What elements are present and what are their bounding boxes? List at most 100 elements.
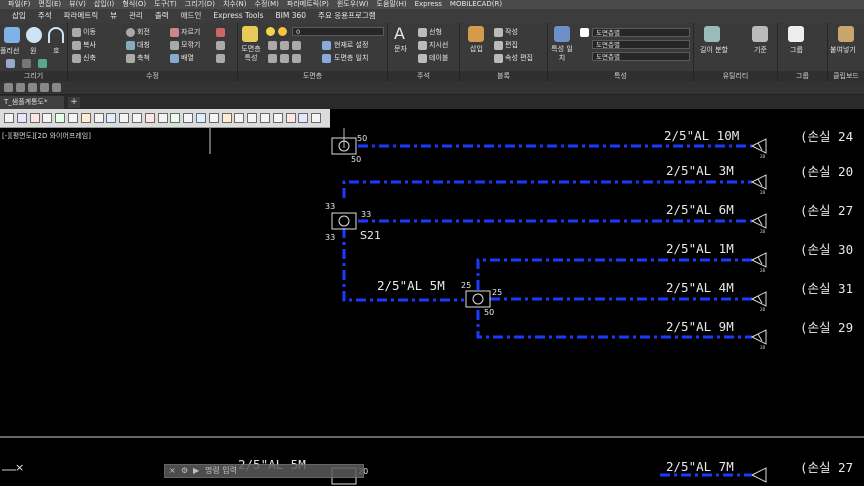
base-point-icon[interactable] — [752, 26, 768, 42]
measure-icon[interactable] — [704, 26, 720, 42]
linear-dimension-icon[interactable] — [418, 28, 427, 37]
toolbar-tool-icon[interactable] — [247, 113, 258, 123]
move-icon[interactable] — [72, 28, 81, 37]
qat-tool-4-icon[interactable] — [40, 83, 49, 92]
scale-button[interactable]: 축척 — [137, 54, 150, 63]
menu-item[interactable]: 도움말(H) — [377, 0, 407, 9]
toolbar-tool-icon[interactable] — [16, 113, 27, 123]
match-layer-button[interactable]: 도면층 일치 — [334, 54, 368, 63]
toolbar-tool-icon[interactable] — [157, 113, 168, 123]
create-block-button[interactable]: 작성 — [505, 28, 518, 37]
measure-button[interactable]: 길이 분할 — [700, 46, 728, 55]
mirror-icon[interactable] — [126, 41, 135, 50]
copy-icon[interactable] — [72, 41, 81, 50]
rotate-icon[interactable] — [126, 28, 135, 37]
qat-tool-5-icon[interactable] — [52, 83, 61, 92]
base-point-button[interactable]: 기준 — [754, 46, 767, 55]
explode-icon[interactable] — [216, 41, 225, 50]
polyline-icon[interactable] — [4, 27, 20, 43]
toolbar-tool-icon[interactable] — [144, 113, 155, 123]
menu-item[interactable]: 뷰(V) — [69, 0, 86, 9]
offset-icon[interactable] — [216, 54, 225, 63]
match-layer-icon[interactable] — [322, 54, 331, 63]
array-icon[interactable] — [170, 54, 179, 63]
array-button[interactable]: 배열 — [181, 54, 194, 63]
toolbar-tool-icon[interactable] — [311, 113, 322, 123]
color-combo[interactable]: 도면층별 — [592, 28, 690, 37]
leader-button[interactable]: 지시선 — [429, 41, 448, 50]
scale-icon[interactable] — [126, 54, 135, 63]
toolbar-tool-icon[interactable] — [42, 113, 53, 123]
menu-item[interactable]: Express — [415, 0, 442, 9]
move-button[interactable]: 이동 — [83, 28, 96, 37]
copy-button[interactable]: 복사 — [83, 41, 96, 50]
toolbar-tool-icon[interactable] — [93, 113, 104, 123]
toolbar-tool-icon[interactable] — [170, 113, 181, 123]
menu-item[interactable]: 형식(O) — [122, 0, 146, 9]
mirror-button[interactable]: 대칭 — [137, 41, 150, 50]
wrench-icon[interactable]: ⚙ — [181, 465, 188, 477]
hatch-icon[interactable] — [22, 59, 31, 68]
qat-tool-1-icon[interactable] — [4, 83, 13, 92]
layer-tool-1-icon[interactable] — [268, 41, 277, 50]
stretch-icon[interactable] — [72, 54, 81, 63]
qat-tool-3-icon[interactable] — [28, 83, 37, 92]
toolbar-tool-icon[interactable] — [4, 113, 14, 123]
lineweight-combo[interactable]: 도면층별 — [592, 52, 690, 61]
fillet-button[interactable]: 모깎기 — [181, 41, 200, 50]
linear-dimension-button[interactable]: 선형 — [429, 28, 442, 37]
toolbar-tool-icon[interactable] — [285, 113, 296, 123]
leader-icon[interactable] — [418, 41, 427, 50]
layer-tool-4-icon[interactable] — [268, 54, 277, 63]
menu-item[interactable]: MOBILECAD(R) — [450, 0, 502, 9]
erase-icon[interactable] — [216, 28, 225, 37]
menu-item[interactable]: 도구(T) — [154, 0, 177, 9]
rotate-button[interactable]: 회전 — [137, 28, 150, 37]
toolbar-tool-icon[interactable] — [183, 113, 194, 123]
ribbon-tab[interactable]: Express Tools — [213, 9, 263, 23]
menu-item[interactable]: 윈도우(W) — [337, 0, 369, 9]
layer-tool-3-icon[interactable] — [292, 41, 301, 50]
trim-button[interactable]: 자르기 — [181, 28, 200, 37]
lightbulb-icon[interactable] — [266, 27, 275, 36]
arc-icon[interactable] — [48, 27, 64, 43]
sun-icon[interactable] — [278, 27, 287, 36]
layer-tool-6-icon[interactable] — [292, 54, 301, 63]
drawing-canvas[interactable]: [-][평면도][2D 와이어프레임] 2B 2B 2B 2B 2B 2B 2/… — [0, 128, 864, 486]
edit-attribute-icon[interactable] — [494, 54, 503, 63]
group-button[interactable]: 그룹 — [790, 46, 803, 55]
stretch-button[interactable]: 신축 — [83, 54, 96, 63]
create-block-icon[interactable] — [494, 28, 503, 37]
fillet-icon[interactable] — [170, 41, 179, 50]
menu-item[interactable]: 파일(F) — [8, 0, 30, 9]
ribbon-tab[interactable]: 주요 응용프로그램 — [318, 9, 376, 23]
paste-button[interactable]: 붙여넣기 — [830, 46, 856, 55]
layer-tool-5-icon[interactable] — [280, 54, 289, 63]
menu-item[interactable]: 편집(E) — [38, 0, 61, 9]
ribbon-tab[interactable]: 파라메트릭 — [64, 9, 99, 23]
edit-block-icon[interactable] — [494, 41, 503, 50]
menu-item[interactable]: 수정(M) — [255, 0, 279, 9]
command-input[interactable]: 명령 입력 — [205, 465, 237, 477]
text-icon[interactable]: A — [394, 25, 405, 43]
insert-block-button[interactable]: 삽입 — [470, 45, 483, 54]
ribbon-tab[interactable]: 출력 — [155, 9, 169, 23]
layer-properties-icon[interactable] — [242, 26, 258, 42]
gradient-icon[interactable] — [38, 59, 47, 68]
toolbar-tool-icon[interactable] — [196, 113, 206, 123]
group-icon[interactable] — [788, 26, 804, 42]
new-tab-button[interactable]: + — [68, 97, 80, 108]
command-line[interactable]: × ⚙ ▶ 명령 입력 — [164, 464, 364, 478]
menu-item[interactable]: 삽입(I) — [94, 0, 114, 9]
toolbar-tool-icon[interactable] — [272, 113, 283, 123]
paste-icon[interactable] — [838, 26, 854, 42]
linetype-combo[interactable]: 도면층별 — [592, 40, 690, 49]
ribbon-tab[interactable]: BIM 360 — [276, 9, 307, 23]
toolbar-tool-icon[interactable] — [298, 113, 309, 123]
match-properties-button[interactable]: 특성 일치 — [550, 45, 574, 63]
ribbon-tab[interactable]: 애드인 — [181, 9, 202, 23]
toolbar-tool-icon[interactable] — [132, 113, 142, 123]
table-button[interactable]: 테이블 — [429, 54, 448, 63]
document-tab[interactable]: T_샘플계통도* — [0, 96, 64, 109]
ribbon-tab[interactable]: 뷰 — [110, 9, 117, 23]
